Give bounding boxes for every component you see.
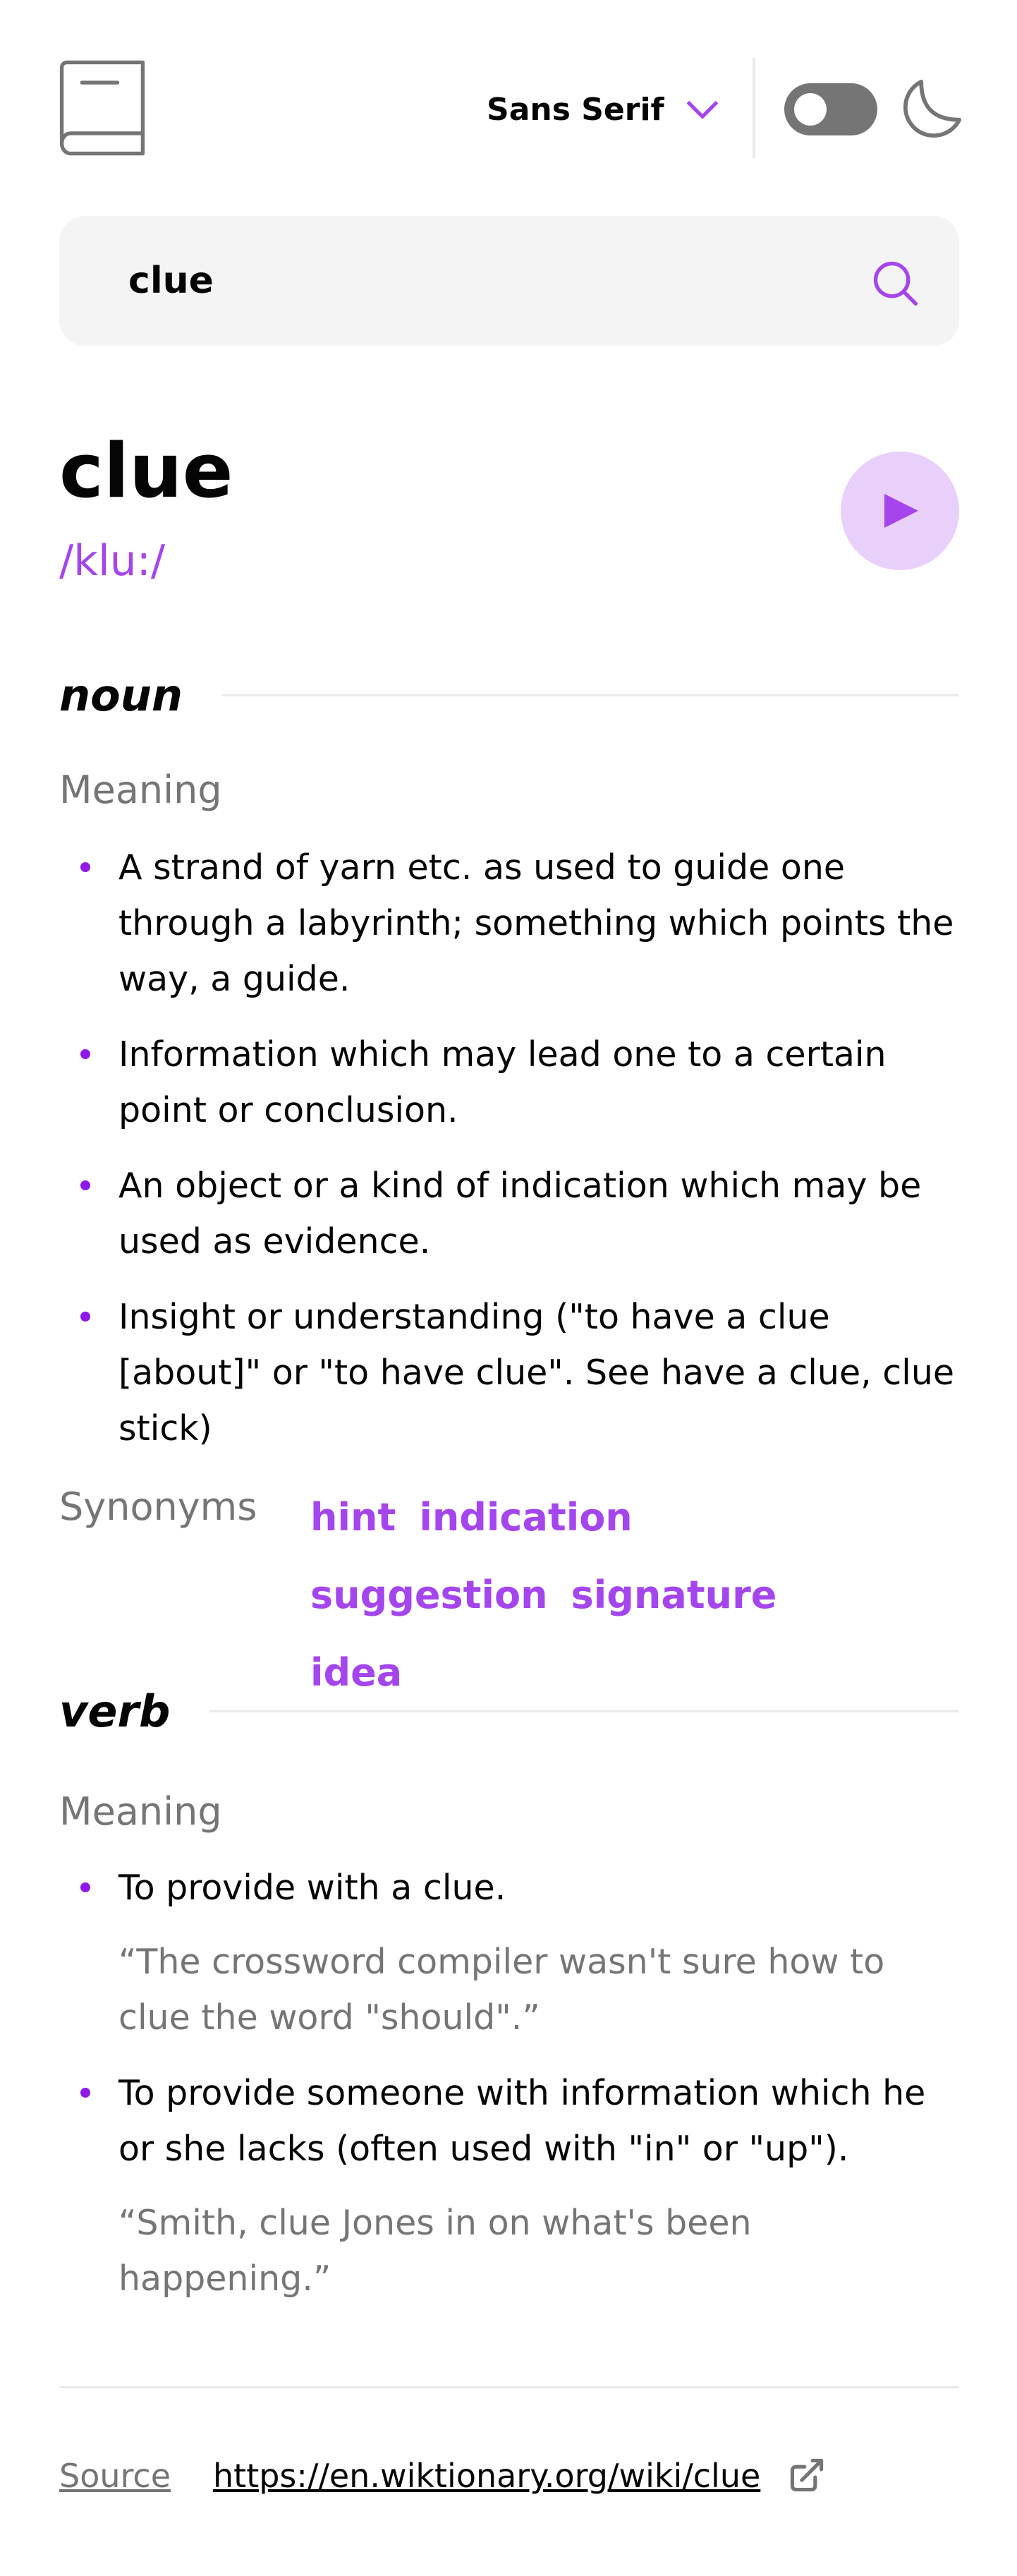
definition-text: A strand of yarn etc. as used to guide o… [118, 847, 954, 999]
toggle-knob [794, 93, 827, 126]
search-input[interactable] [128, 248, 834, 313]
synonym-link[interactable]: hint [310, 1479, 396, 1556]
definition-example: “The crossword compiler wasn't sure how … [118, 1942, 885, 2038]
bullet [80, 862, 90, 872]
font-selector-label: Sans Serif [487, 91, 664, 128]
external-link-icon[interactable] [790, 2458, 824, 2492]
synonym-link[interactable]: signature [571, 1556, 777, 1634]
footer-divider [59, 2386, 959, 2388]
bullet [80, 1882, 90, 1892]
word-title: clue [59, 428, 233, 514]
pos-heading-verb: verb [59, 1679, 959, 1743]
theme-toggle[interactable] [784, 83, 877, 135]
synonyms-list: hint indication suggestion signature ide… [310, 1479, 875, 1712]
moon-icon[interactable] [903, 79, 962, 138]
definition-item: Insight or understanding ("to have a clu… [59, 1289, 959, 1456]
bullet [80, 1312, 90, 1322]
definitions-list-verb: To provide with a clue. “The crossword c… [59, 1860, 959, 2306]
bullet [80, 1180, 90, 1190]
bullet [80, 1049, 90, 1059]
book-icon[interactable] [59, 59, 145, 157]
meaning-label: Meaning [59, 768, 222, 812]
part-of-speech: verb [59, 1685, 171, 1737]
header-divider [753, 58, 755, 158]
definition-item: A strand of yarn etc. as used to guide o… [59, 840, 959, 1007]
definition-text: An object or a kind of indication which … [118, 1166, 922, 1262]
definition-example: “Smith, clue Jones in on what's been hap… [118, 2203, 752, 2299]
pos-divider [222, 694, 959, 696]
meaning-label: Meaning [59, 1789, 222, 1834]
phonetic: /klu:/ [59, 536, 166, 586]
definition-text: To provide someone with information whic… [118, 2073, 926, 2169]
synonyms-label: Synonyms [59, 1484, 257, 1529]
bullet [80, 2088, 90, 2098]
pos-divider [209, 1710, 959, 1712]
definition-text: Insight or understanding ("to have a clu… [118, 1297, 955, 1449]
definition-item: An object or a kind of indication which … [59, 1158, 959, 1269]
search-bar [59, 216, 959, 346]
definition-text: Information which may lead one to a cert… [118, 1034, 887, 1130]
pos-heading-noun: noun [59, 663, 959, 727]
source-label: Source [59, 2457, 171, 2495]
synonym-link[interactable]: suggestion [310, 1556, 548, 1634]
definition-item: Information which may lead one to a cert… [59, 1027, 959, 1138]
synonym-link[interactable]: indication [419, 1479, 632, 1556]
source-link[interactable]: https://en.wiktionary.org/wiki/clue [213, 2453, 760, 2499]
chevron-down-icon [686, 100, 719, 119]
definition-item: To provide with a clue. [59, 1860, 959, 1916]
definitions-list-noun: A strand of yarn etc. as used to guide o… [59, 840, 959, 1456]
definition-item: To provide someone with information whic… [59, 2065, 959, 2177]
play-icon [884, 494, 918, 528]
part-of-speech: noun [59, 669, 183, 721]
font-selector[interactable]: Sans Serif [487, 85, 719, 134]
definition-text: To provide with a clue. [118, 1868, 506, 1908]
search-icon[interactable] [873, 261, 918, 306]
play-audio-button[interactable] [841, 452, 959, 570]
dictionary-page: Sans Serif clue /klu:/ noun Meaning A [0, 0, 1017, 2576]
